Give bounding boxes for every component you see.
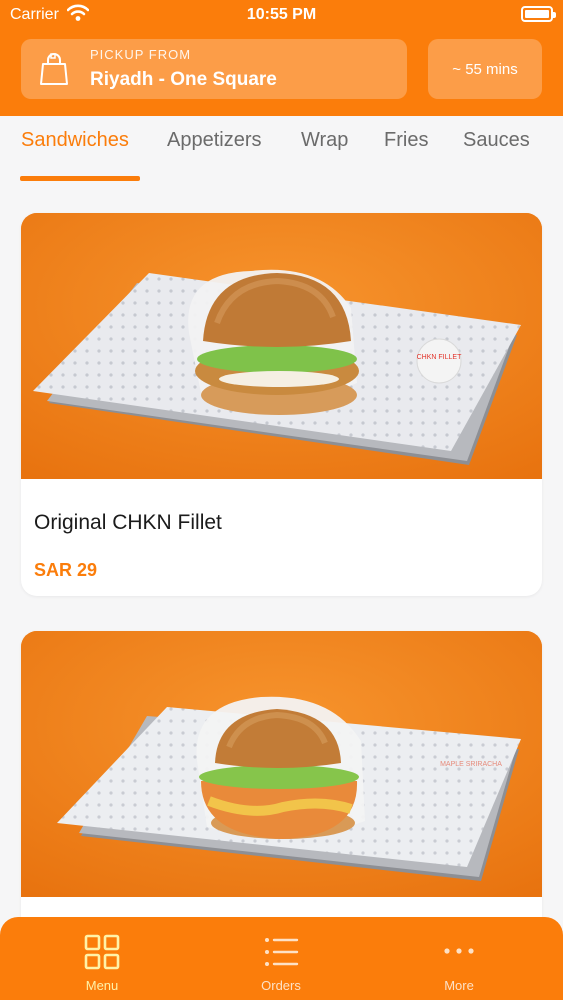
battery-icon <box>521 6 556 22</box>
tab-bar-menu-label: Menu <box>85 978 119 993</box>
menu-item-card[interactable]: CHKN FILLET Original CHKN Fillet SAR 29 <box>21 213 542 596</box>
eta-badge[interactable]: ~ 55 mins <box>428 39 542 99</box>
tab-bar-more-label: More <box>444 978 474 993</box>
status-bar: Carrier 10:55 PM <box>0 0 563 32</box>
shopping-bag-icon <box>40 53 68 85</box>
tab-bar-menu[interactable]: Menu <box>42 917 162 1000</box>
bottom-tab-bar: Menu Orders More <box>0 917 563 1000</box>
tab-fries[interactable]: Fries <box>384 129 428 152</box>
pickup-location-selector[interactable]: PICKUP FROM Riyadh - One Square <box>21 39 407 99</box>
menu-item-name: Original CHKN Fillet <box>34 511 222 534</box>
tray-logo-text: CHKN FILLET <box>417 354 462 361</box>
sandwich-photo: CHKN FILLET <box>21 213 542 479</box>
tab-bar-more[interactable]: More <box>399 917 519 1000</box>
clock: 10:55 PM <box>246 6 317 23</box>
pickup-store-name: Riyadh - One Square <box>90 69 277 90</box>
more-dots-icon <box>444 948 474 954</box>
tab-sauces[interactable]: Sauces <box>463 129 530 152</box>
tray-logo-text: MAPLE SRIRACHA <box>440 761 502 768</box>
header: Carrier 10:55 PM PICKUP FROM Riyadh - On… <box>0 0 563 116</box>
menu-item-image: CHKN FILLET <box>21 213 542 479</box>
pickup-label: PICKUP FROM <box>90 47 192 62</box>
active-tab-indicator <box>20 176 140 181</box>
list-icon <box>265 938 299 966</box>
tab-appetizers[interactable]: Appetizers <box>167 129 262 152</box>
eta-text: ~ 55 mins <box>452 60 518 78</box>
grid-icon <box>84 934 120 970</box>
sandwich-photo: MAPLE SRIRACHA <box>21 631 542 897</box>
menu-item-image: MAPLE SRIRACHA <box>21 631 542 897</box>
tab-sandwiches[interactable]: Sandwiches <box>21 129 129 152</box>
tab-bar-orders[interactable]: Orders <box>221 917 341 1000</box>
menu-item-price: SAR 29 <box>34 560 98 580</box>
tab-bar-orders-label: Orders <box>261 978 301 993</box>
tab-wrap[interactable]: Wrap <box>301 129 348 152</box>
